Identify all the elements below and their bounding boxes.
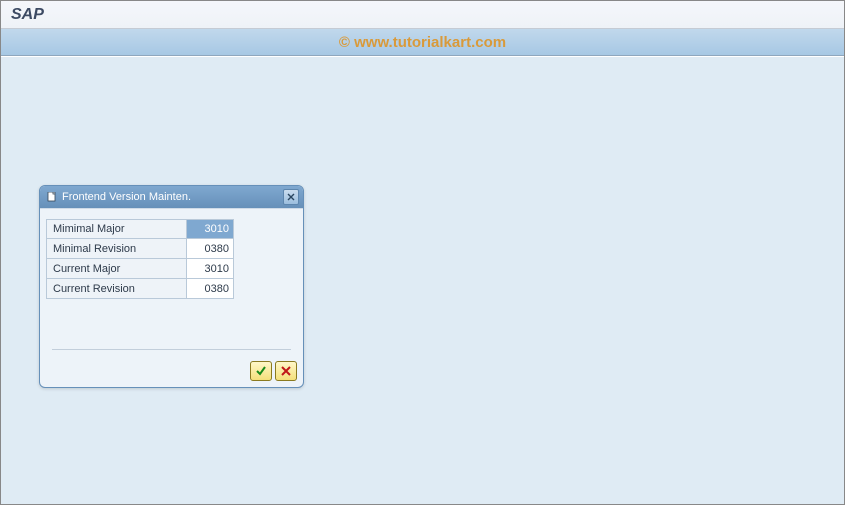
check-icon	[255, 365, 267, 377]
app-title: SAP	[11, 6, 44, 24]
frontend-version-dialog: Frontend Version Mainten. Mimimal Major …	[39, 185, 304, 388]
cancel-icon	[280, 365, 292, 377]
cancel-button[interactable]	[275, 361, 297, 381]
content-area: Frontend Version Mainten. Mimimal Major …	[1, 57, 844, 504]
field-row: Current Major 3010	[46, 259, 297, 279]
toolbar-strip: © www.tutorialkart.com	[1, 29, 844, 56]
close-icon	[287, 193, 295, 201]
dialog-footer	[40, 356, 303, 387]
field-label-current-major: Current Major	[46, 259, 186, 279]
dialog-footer-separator	[52, 349, 291, 350]
dialog-close-button[interactable]	[283, 189, 299, 205]
confirm-button[interactable]	[250, 361, 272, 381]
dialog-body: Mimimal Major 3010 Minimal Revision 0380…	[40, 208, 303, 356]
current-revision-input[interactable]: 0380	[186, 279, 234, 299]
field-row: Minimal Revision 0380	[46, 239, 297, 259]
app-title-bar: SAP	[1, 1, 844, 29]
field-row: Current Revision 0380	[46, 279, 297, 299]
field-row: Mimimal Major 3010	[46, 219, 297, 239]
field-label-minimal-revision: Minimal Revision	[46, 239, 186, 259]
dialog-title: Frontend Version Mainten.	[62, 191, 283, 203]
minimal-major-input[interactable]: 3010	[186, 219, 234, 239]
minimal-revision-input[interactable]: 0380	[186, 239, 234, 259]
watermark-text: © www.tutorialkart.com	[339, 34, 506, 51]
dialog-title-bar: Frontend Version Mainten.	[40, 186, 303, 208]
field-label-minimal-major: Mimimal Major	[46, 219, 186, 239]
dialog-document-icon	[46, 191, 58, 203]
field-label-current-revision: Current Revision	[46, 279, 186, 299]
current-major-input[interactable]: 3010	[186, 259, 234, 279]
